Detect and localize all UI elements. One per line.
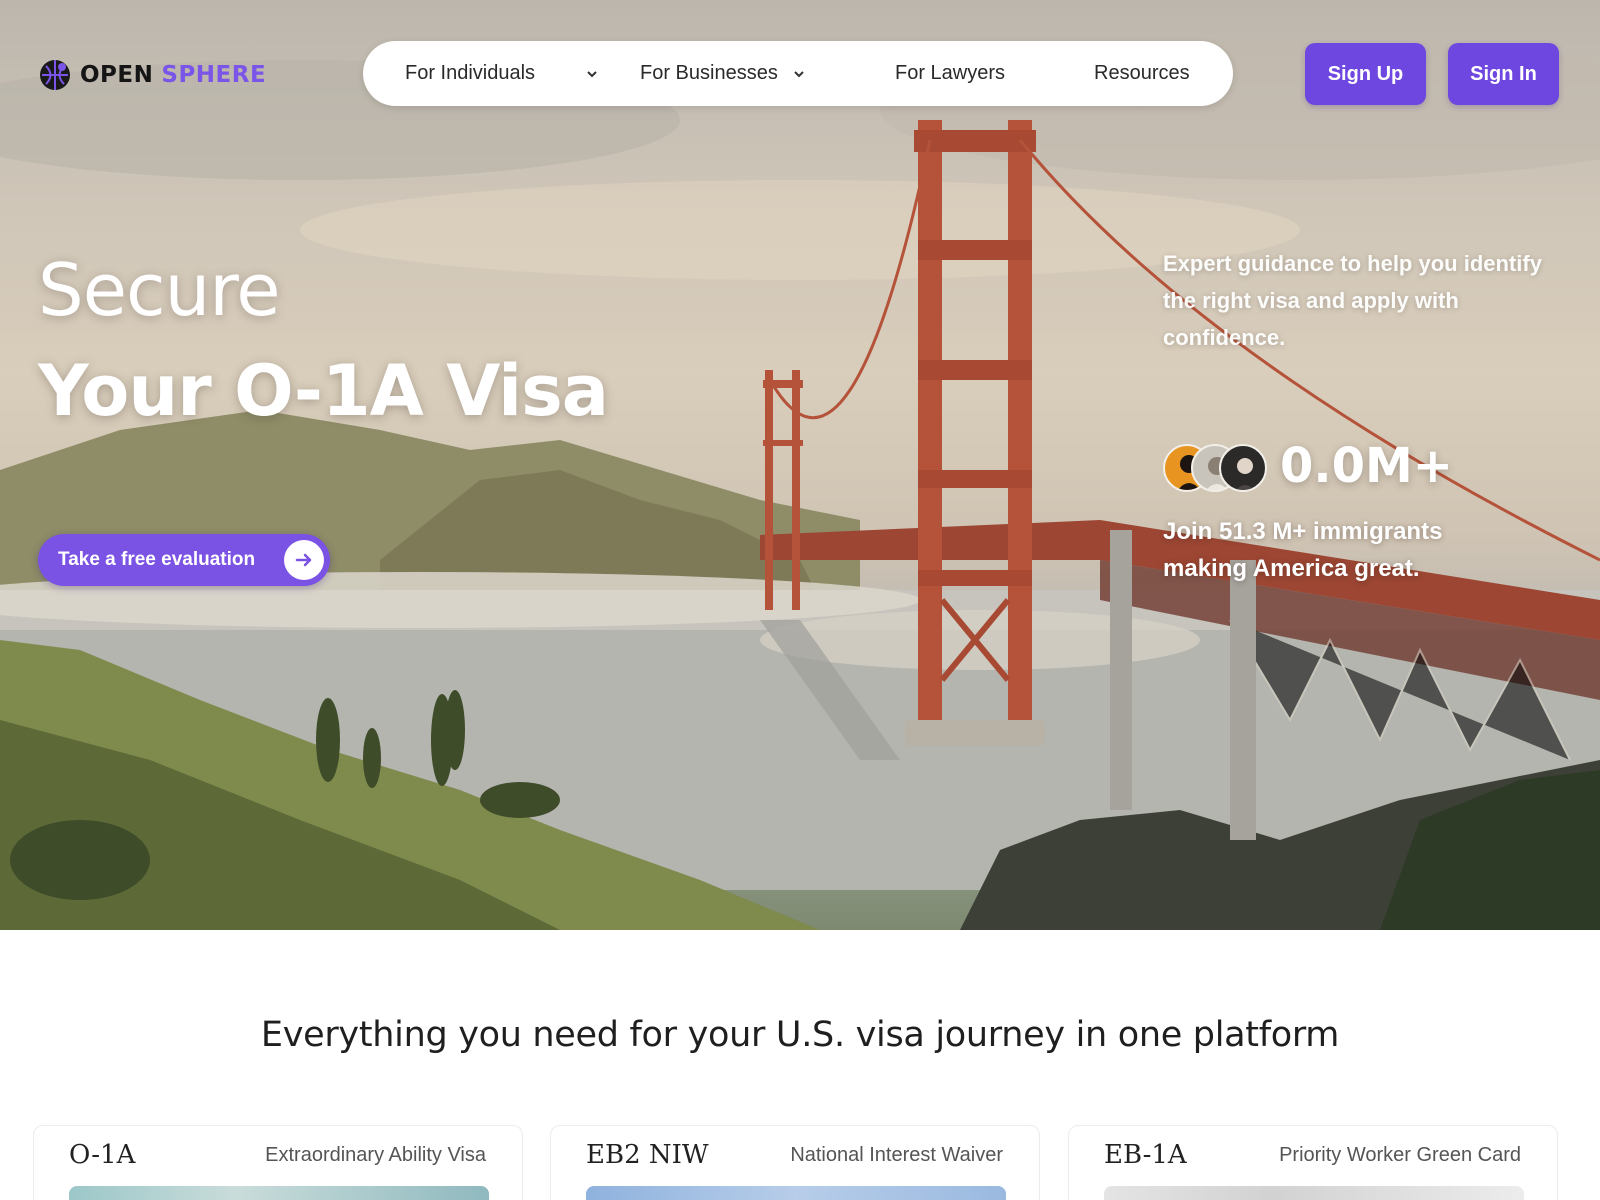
- user-avatars: [1163, 444, 1273, 494]
- brand-logo[interactable]: OPEN SPHERE: [38, 58, 266, 92]
- visa-card-name: Extraordinary Ability Visa: [265, 1144, 486, 1166]
- visa-card-name: Priority Worker Green Card: [1279, 1144, 1521, 1166]
- visa-card-eb1a[interactable]: EB-1A Priority Worker Green Card: [1068, 1125, 1558, 1200]
- section-title: Everything you need for your U.S. visa j…: [260, 1015, 1340, 1055]
- nav-for-lawyers[interactable]: For Lawyers: [895, 41, 1005, 106]
- hero-heading-line2: Your O-1A Visa: [38, 350, 609, 432]
- visa-card-image: [69, 1186, 489, 1200]
- visa-card-code: EB-1A: [1104, 1140, 1187, 1170]
- users-stat: 0.0M+: [1280, 438, 1454, 494]
- nav-resources[interactable]: Resources: [1094, 41, 1190, 106]
- visa-card-o1a[interactable]: O-1A Extraordinary Ability Visa: [33, 1125, 523, 1200]
- free-evaluation-button[interactable]: Take a free evaluation: [38, 534, 330, 586]
- sign-up-button[interactable]: Sign Up: [1305, 43, 1426, 105]
- join-text: Join 51.3 M+ immigrants making America g…: [1163, 518, 1443, 582]
- hero-section: OPEN SPHERE For Individuals For Business…: [0, 0, 1600, 930]
- sign-in-button[interactable]: Sign In: [1448, 43, 1559, 105]
- nav-item-label: For Lawyers: [895, 62, 1006, 84]
- nav-item-label: For Individuals: [405, 62, 536, 84]
- free-evaluation-label: Take a free evaluation: [58, 549, 256, 570]
- chevron-down-icon: [587, 70, 597, 77]
- avatar: [1219, 444, 1267, 492]
- visa-card-code: O-1A: [69, 1140, 136, 1170]
- nav-for-businesses[interactable]: For Businesses: [640, 41, 806, 106]
- hero-tagline: Expert guidance to help you identify the…: [1163, 251, 1542, 350]
- hero-heading-line1: Secure: [38, 248, 281, 332]
- visa-card-code: EB2 NIW: [586, 1140, 709, 1170]
- visa-card-image: [586, 1186, 1006, 1200]
- nav-item-label: Resources: [1094, 62, 1190, 84]
- chevron-down-icon: [794, 70, 804, 77]
- nav-for-individuals[interactable]: For Individuals: [405, 41, 599, 106]
- nav-item-label: For Businesses: [640, 62, 778, 84]
- globe-logo-icon: [40, 60, 70, 90]
- main-navigation: For Individuals For Businesses For Lawye…: [363, 41, 1233, 106]
- visa-card-image: [1104, 1186, 1524, 1200]
- arrow-right-icon: [284, 540, 324, 580]
- visa-card-name: National Interest Waiver: [790, 1144, 1003, 1166]
- brand-name-sphere: SPHERE: [161, 62, 267, 88]
- visa-card-eb2-niw[interactable]: EB2 NIW National Interest Waiver: [550, 1125, 1040, 1200]
- brand-name-open: OPEN: [80, 62, 154, 88]
